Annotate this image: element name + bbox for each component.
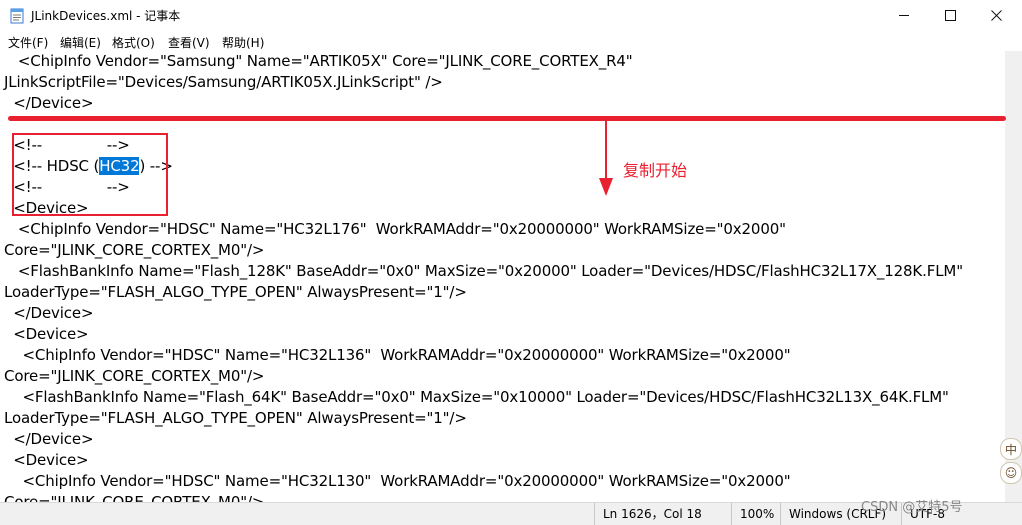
annotation-divider	[8, 116, 1006, 121]
notepad-icon	[10, 8, 24, 24]
text-line: Core="JLINK_CORE_CORTEX_M0"/>	[4, 241, 265, 259]
text-line: <FlashBankInfo Name="Flash_128K" BaseAdd…	[4, 262, 963, 280]
down-arrow-icon	[599, 120, 613, 196]
window-title: JLinkDevices.xml - 记事本	[31, 9, 181, 23]
text-line: LoaderType="FLASH_ALGO_TYPE_OPEN" Always…	[4, 283, 467, 301]
minimize-button[interactable]	[881, 0, 927, 31]
text-line: <Device>	[4, 325, 89, 343]
text-line: <ChipInfo Vendor="HDSC" Name="HC32L136" …	[4, 346, 791, 364]
text-line: </Device>	[4, 430, 94, 448]
text-line: <ChipInfo Vendor="HDSC" Name="HC32L130" …	[4, 472, 791, 490]
zoom-level: 100%	[731, 503, 780, 525]
menu-file[interactable]: 文件(F)	[8, 34, 48, 51]
menu-help[interactable]: 帮助(H)	[222, 34, 264, 51]
ime-chinese-icon[interactable]: 中	[1000, 438, 1022, 460]
text-line: <Device>	[4, 451, 89, 469]
menu-format[interactable]: 格式(O)	[112, 34, 155, 51]
text-line: </Device>	[4, 304, 94, 322]
ime-emoji-icon[interactable]: ☺	[1000, 462, 1022, 484]
text-line: LoaderType="FLASH_ALGO_TYPE_OPEN" Always…	[4, 409, 467, 427]
vertical-scrollbar[interactable]	[1005, 51, 1022, 502]
close-button[interactable]	[973, 0, 1019, 31]
text-line: <ChipInfo Vendor="Samsung" Name="ARTIK05…	[4, 52, 633, 70]
maximize-button[interactable]	[927, 0, 973, 31]
close-icon	[990, 10, 1002, 21]
menu-edit[interactable]: 编辑(E)	[60, 34, 101, 51]
annotation-label: 复制开始	[623, 161, 688, 180]
annotation-highlight-box	[12, 133, 168, 216]
cursor-position: Ln 1626，Col 18	[594, 503, 733, 525]
menu-view[interactable]: 查看(V)	[168, 34, 210, 51]
text-line: <ChipInfo Vendor="HDSC" Name="HC32L176" …	[4, 220, 786, 238]
title-bar: JLinkDevices.xml - 记事本	[0, 0, 1022, 32]
text-line: </Device>	[4, 94, 94, 112]
menu-bar: 文件(F) 编辑(E) 格式(O) 查看(V) 帮助(H)	[0, 32, 1022, 51]
text-line: <FlashBankInfo Name="Flash_64K" BaseAddr…	[4, 388, 949, 406]
minimize-icon	[898, 15, 909, 16]
text-line: Core="JLINK_CORE_CORTEX_M0"/>	[4, 367, 265, 385]
text-line: JLinkScriptFile="Devices/Samsung/ARTIK05…	[4, 73, 443, 91]
text-line: Core="JLINK_CORE_CORTEX_M0"/>	[4, 493, 265, 502]
maximize-icon	[944, 10, 956, 21]
watermark: CSDN @艾特5号	[861, 500, 963, 515]
